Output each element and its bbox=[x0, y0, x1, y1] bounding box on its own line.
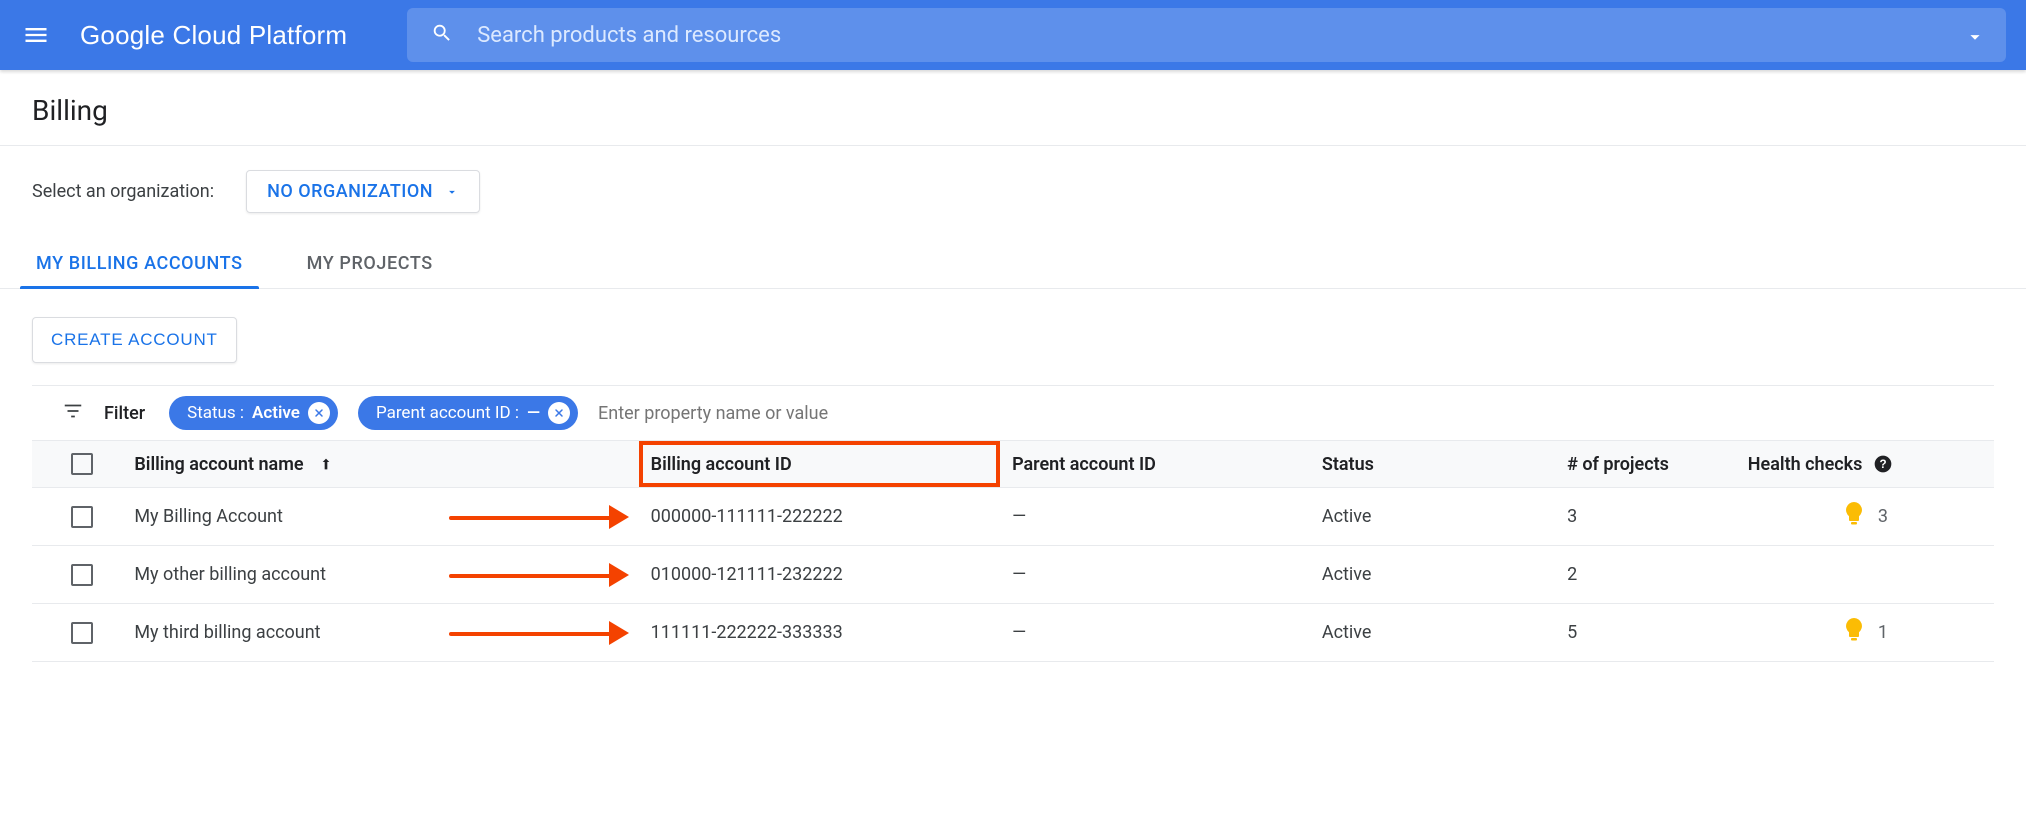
annotation-arrow-icon bbox=[449, 567, 629, 583]
cell-name[interactable]: My other billing account bbox=[122, 546, 638, 604]
remove-chip-icon[interactable] bbox=[548, 402, 570, 424]
cell-status: Active bbox=[1310, 488, 1555, 546]
org-select-value: NO ORGANIZATION bbox=[267, 181, 433, 202]
filter-label: Filter bbox=[104, 403, 145, 424]
chip-key: Status : bbox=[187, 403, 244, 423]
cell-health: 3 bbox=[1736, 488, 1994, 546]
sort-asc-icon bbox=[318, 454, 334, 475]
table-row: My Billing Account 000000-111111-222222 … bbox=[32, 488, 1994, 546]
col-health[interactable]: Health checks ? bbox=[1736, 441, 1994, 488]
row-checkbox[interactable] bbox=[71, 622, 93, 644]
cell-projects: 2 bbox=[1555, 546, 1736, 604]
help-icon[interactable]: ? bbox=[1867, 454, 1893, 475]
cell-id: 010000-121111-232222 bbox=[639, 546, 1000, 604]
cell-health bbox=[1736, 546, 1994, 604]
caret-down-icon bbox=[445, 185, 459, 199]
cell-status: Active bbox=[1310, 546, 1555, 604]
menu-icon[interactable] bbox=[12, 11, 60, 59]
cell-id: 111111-222222-333333 bbox=[639, 604, 1000, 662]
chevron-down-icon[interactable] bbox=[1964, 26, 1982, 44]
organization-select[interactable]: NO ORGANIZATION bbox=[246, 170, 480, 213]
billing-table: Billing account name Billing account ID … bbox=[32, 441, 1994, 662]
cell-id: 000000-111111-222222 bbox=[639, 488, 1000, 546]
cell-projects: 3 bbox=[1555, 488, 1736, 546]
create-account-button[interactable]: CREATE ACCOUNT bbox=[32, 317, 237, 363]
cell-parent: — bbox=[1000, 546, 1310, 604]
lightbulb-icon bbox=[1842, 500, 1866, 533]
col-status[interactable]: Status bbox=[1310, 441, 1555, 488]
table-header-row: Billing account name Billing account ID … bbox=[32, 441, 1994, 488]
chip-value: — bbox=[527, 403, 540, 423]
cell-name[interactable]: My third billing account bbox=[122, 604, 638, 662]
remove-chip-icon[interactable] bbox=[308, 402, 330, 424]
chip-value: Active bbox=[252, 403, 300, 423]
cell-status: Active bbox=[1310, 604, 1555, 662]
table-row: My other billing account 010000-121111-2… bbox=[32, 546, 1994, 604]
col-parent[interactable]: Parent account ID bbox=[1000, 441, 1310, 488]
filter-chip-parent[interactable]: Parent account ID : — bbox=[358, 396, 578, 430]
row-checkbox[interactable] bbox=[71, 564, 93, 586]
filter-icon[interactable] bbox=[62, 400, 84, 426]
org-label: Select an organization: bbox=[32, 181, 214, 202]
row-checkbox[interactable] bbox=[71, 506, 93, 528]
tab-my-projects[interactable]: MY PROJECTS bbox=[303, 243, 437, 288]
col-projects[interactable]: # of projects bbox=[1555, 441, 1736, 488]
page-title: Billing bbox=[32, 70, 1994, 145]
app-header: Google Cloud Platform bbox=[0, 0, 2026, 70]
chip-key: Parent account ID : bbox=[376, 403, 519, 423]
filter-input[interactable] bbox=[598, 403, 1994, 424]
svg-text:?: ? bbox=[1879, 458, 1886, 471]
filter-bar: Filter Status : Active Parent account ID… bbox=[32, 385, 1994, 441]
cell-name[interactable]: My Billing Account bbox=[122, 488, 638, 546]
tab-my-billing-accounts[interactable]: MY BILLING ACCOUNTS bbox=[32, 243, 247, 288]
lightbulb-icon bbox=[1842, 616, 1866, 649]
cell-projects: 5 bbox=[1555, 604, 1736, 662]
tabs: MY BILLING ACCOUNTS MY PROJECTS bbox=[0, 243, 2026, 289]
cell-parent: — bbox=[1000, 488, 1310, 546]
search-icon bbox=[431, 22, 453, 48]
col-id[interactable]: Billing account ID bbox=[639, 441, 1000, 488]
table-row: My third billing account 111111-222222-3… bbox=[32, 604, 1994, 662]
filter-chip-status[interactable]: Status : Active bbox=[169, 396, 338, 430]
select-all-checkbox[interactable] bbox=[71, 453, 93, 475]
cell-health: 1 bbox=[1736, 604, 1994, 662]
product-name: Google Cloud Platform bbox=[72, 20, 355, 51]
annotation-arrow-icon bbox=[449, 509, 629, 525]
col-name[interactable]: Billing account name bbox=[122, 441, 638, 488]
annotation-arrow-icon bbox=[449, 625, 629, 641]
search-input[interactable] bbox=[477, 23, 1940, 48]
cell-parent: — bbox=[1000, 604, 1310, 662]
search-box[interactable] bbox=[407, 8, 2006, 62]
